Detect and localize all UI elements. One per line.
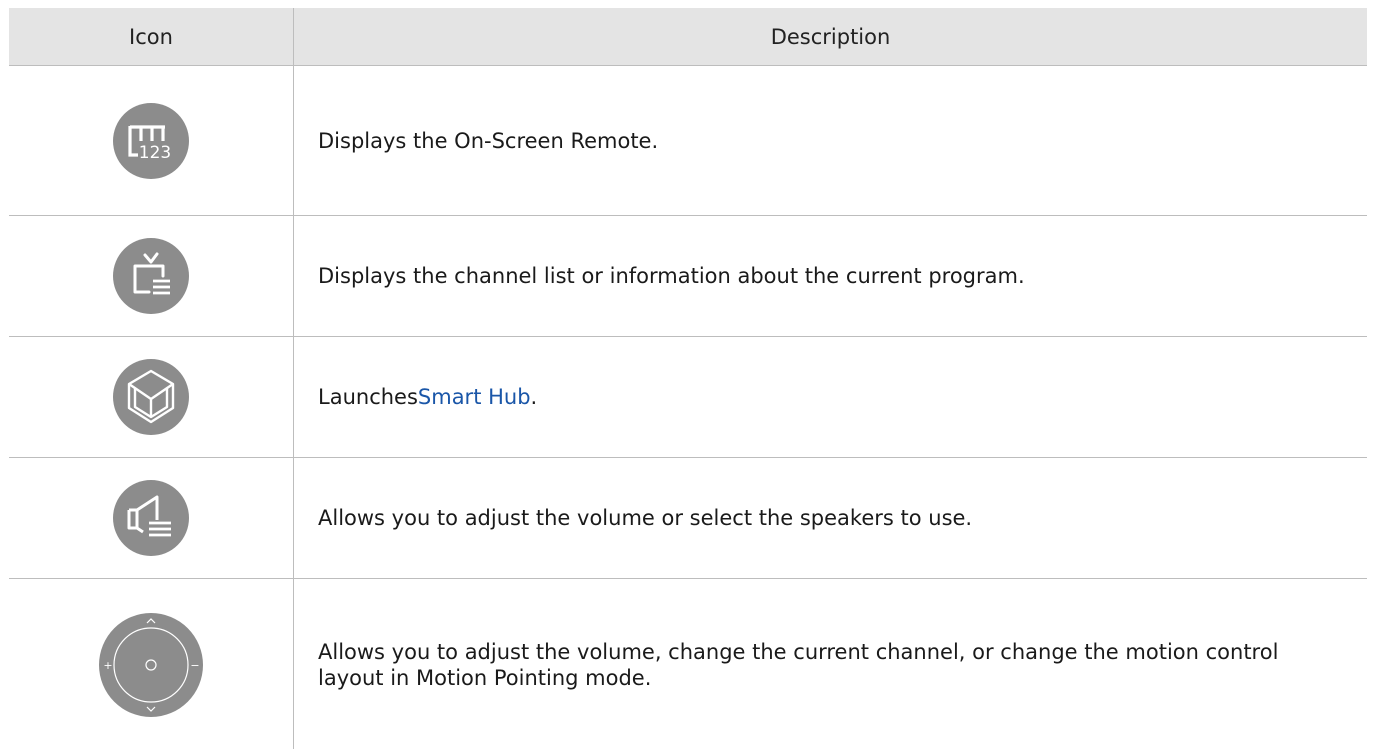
motion-control-pad-icon: + − (99, 613, 203, 717)
header-icon: Icon (129, 24, 173, 49)
table-row: Displays the channel list or information… (9, 215, 1367, 336)
table-row: Launches Smart Hub. (9, 336, 1367, 457)
icon-cell: + − (9, 579, 293, 749)
description-cell: Displays the On-Screen Remote. (293, 66, 1367, 215)
icon-cell (9, 216, 293, 336)
icon-cell (9, 458, 293, 578)
header-description: Description (293, 8, 1367, 65)
table-row: + − Allows you to adjust the volume, cha… (9, 578, 1367, 749)
remote-icon-digits: 123 (139, 143, 171, 163)
speaker-volume-icon (113, 480, 189, 556)
description-cell: Allows you to adjust the volume, change … (293, 579, 1367, 749)
description-cell: Allows you to adjust the volume or selec… (293, 458, 1367, 578)
icon-cell: 123 (9, 66, 293, 215)
pad-plus-label: + (103, 659, 112, 672)
table-row: Allows you to adjust the volume or selec… (9, 457, 1367, 578)
icon-description-table: Icon Description 123 Displays the On-Scr… (9, 8, 1367, 749)
table-row: 123 Displays the On-Screen Remote. (9, 65, 1367, 215)
smart-hub-icon (113, 359, 189, 435)
pad-minus-label: − (190, 659, 199, 672)
channel-list-icon (113, 238, 189, 314)
smart-hub-link[interactable]: Smart Hub (418, 384, 531, 410)
description-cell: Displays the channel list or information… (293, 216, 1367, 336)
icon-cell (9, 337, 293, 457)
description-suffix: . (530, 385, 538, 409)
on-screen-remote-icon: 123 (113, 102, 189, 179)
table-header: Icon Description (9, 8, 1367, 65)
description-cell: Launches Smart Hub. (293, 337, 1367, 457)
description-text: Launches (318, 385, 418, 409)
